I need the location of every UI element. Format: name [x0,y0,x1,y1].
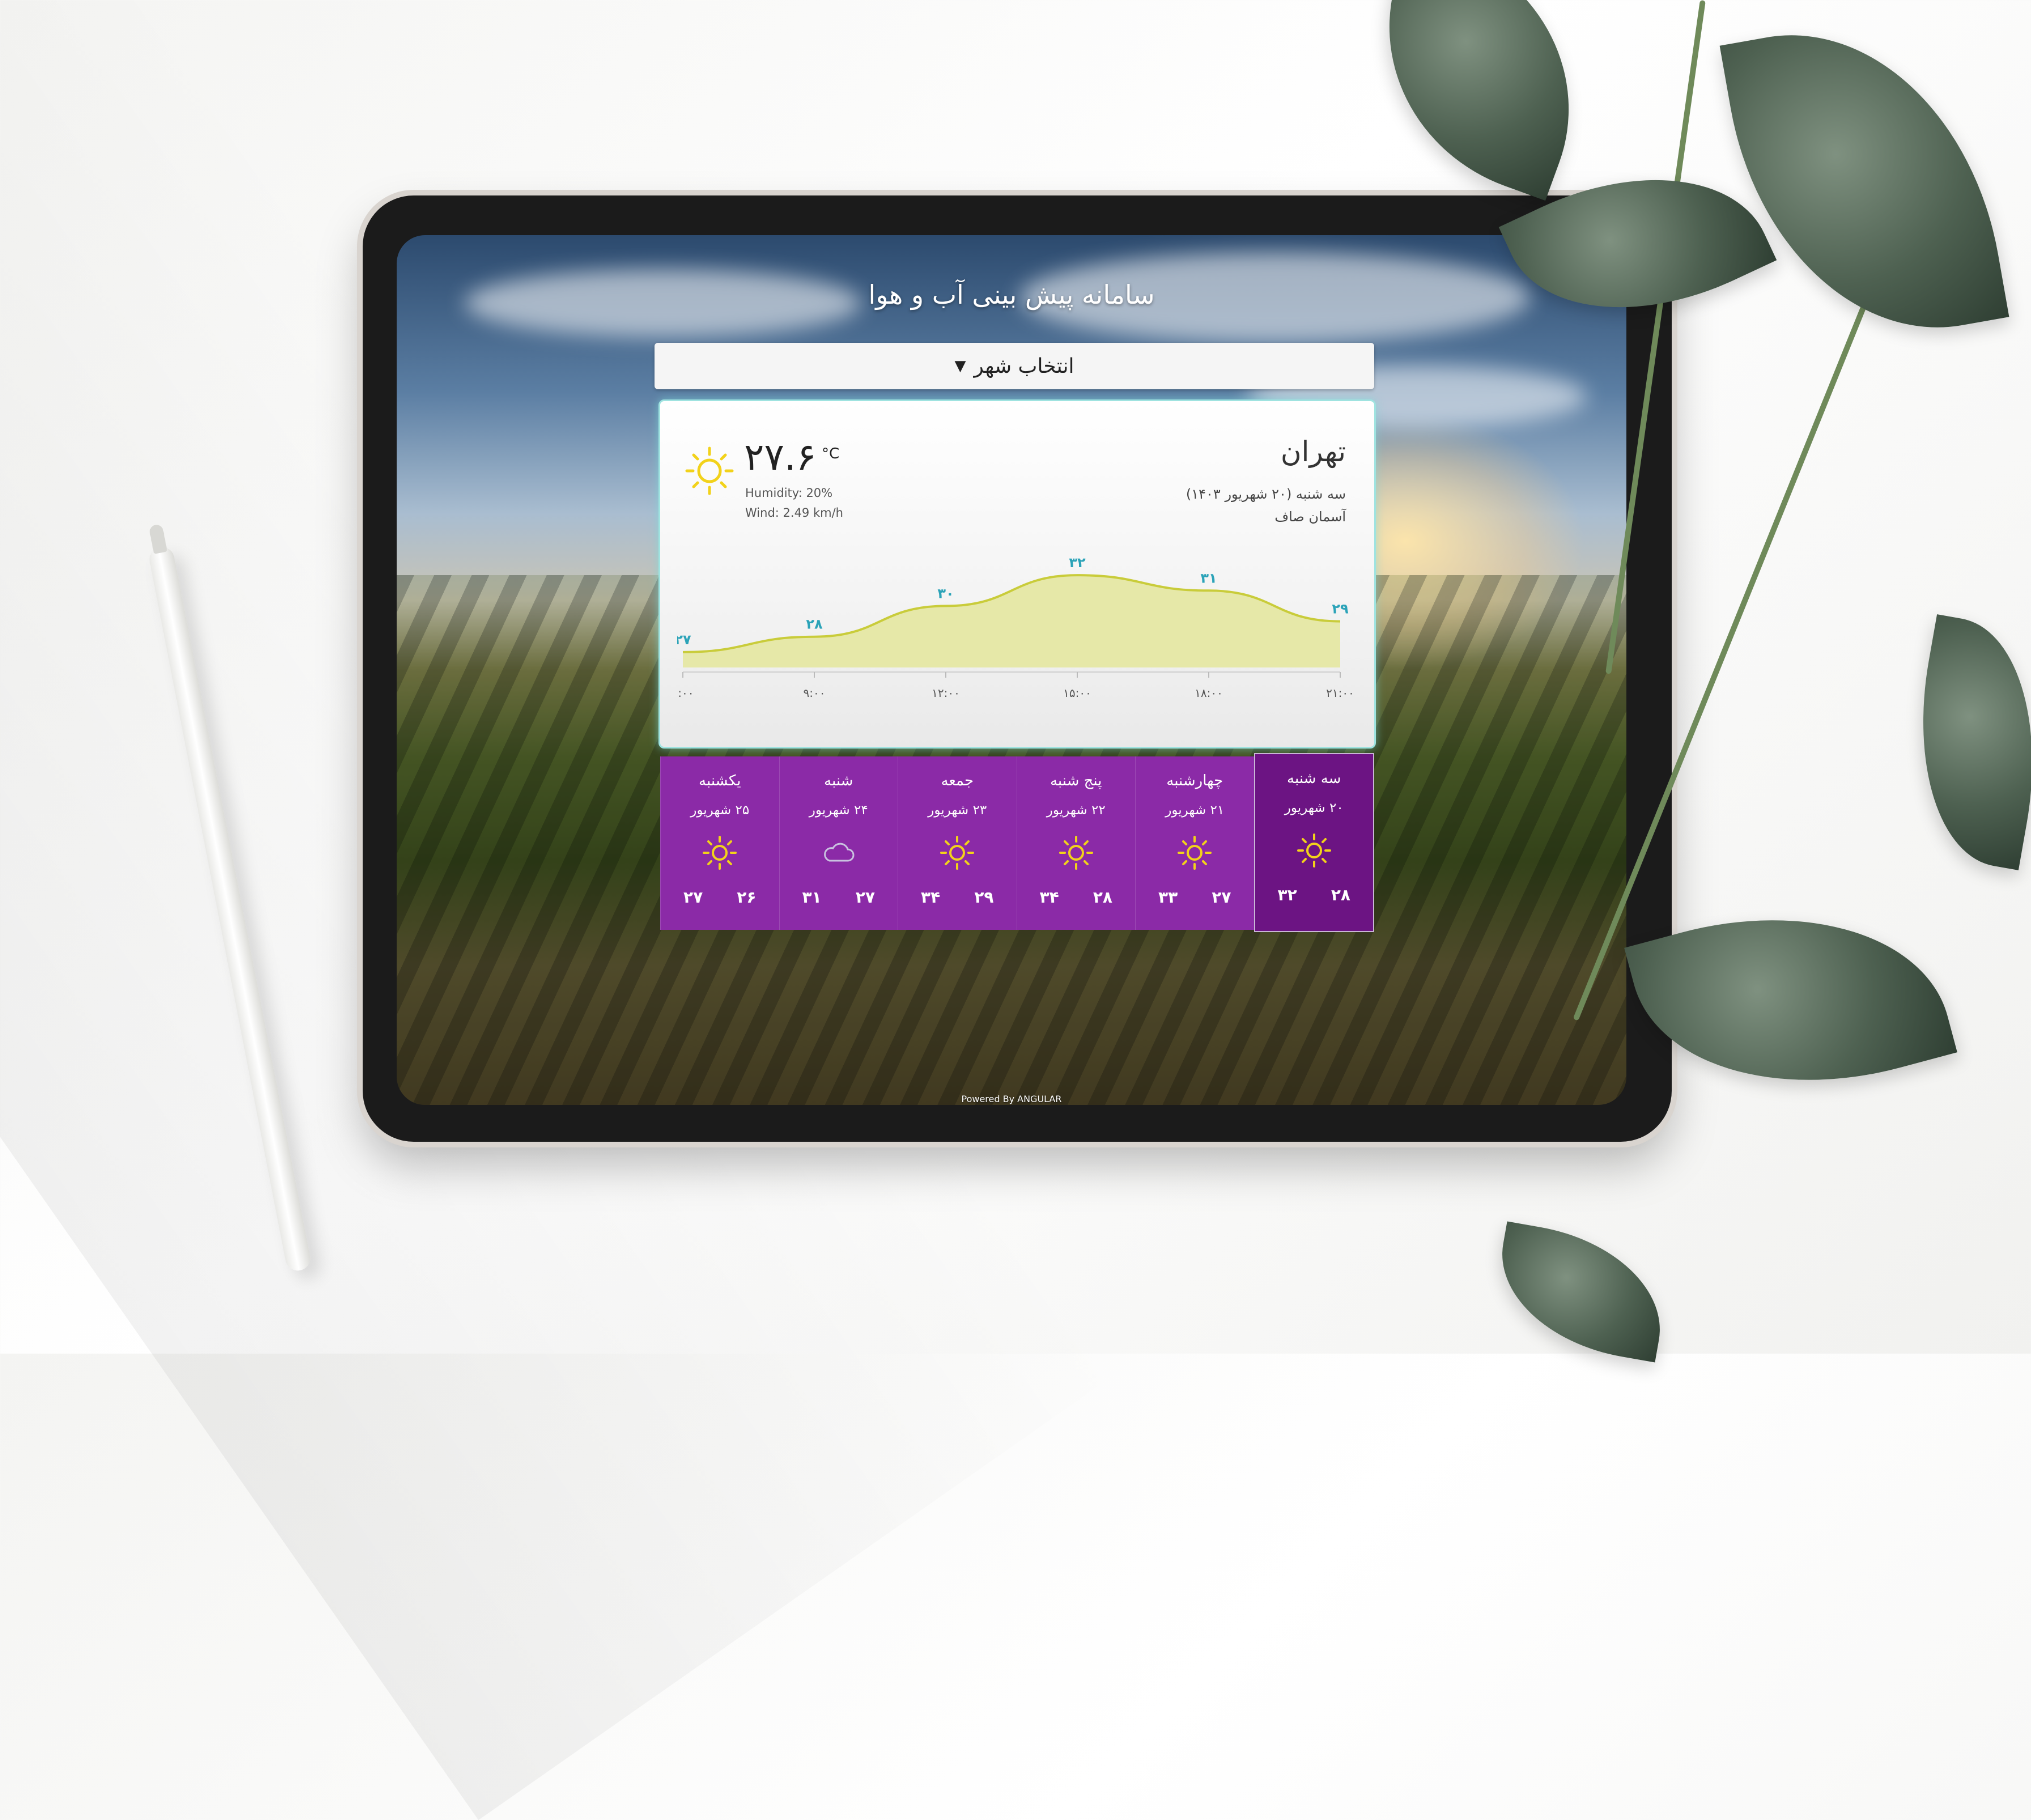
city-select-dropdown[interactable]: انتخاب شهر ▼ [655,343,1374,389]
forecast-day-card[interactable]: جمعه ۲۳ شهریور ۳۴ ۲۹ [898,756,1017,930]
app-title: سامانه پیش بینی آب و هوا [868,279,1155,310]
city-select-label: انتخاب شهر [974,354,1074,378]
chart-x-tick-label: ۶:۰۰ [677,686,694,700]
pencil-tip [148,524,168,554]
forecast-max-temp: ۳۲ [1277,886,1297,904]
forecast-day-name: یکشنبه [699,772,741,789]
chart-x-tick-label: ۱۲:۰۰ [932,686,960,700]
stylus-pencil [147,524,313,1273]
sun-icon [1058,835,1094,871]
forecast-min-temp: ۲۸ [1331,886,1350,904]
forecast-day-card[interactable]: پنج شنبه ۲۲ شهریور ۳۴ ۲۸ [1016,756,1135,930]
humidity-readout: Humidity: 20% [745,486,833,500]
current-temperature: ۲۷.۶ [744,435,817,479]
city-name: تهران [1280,435,1346,468]
forecast-day-name: سه شنبه [1287,770,1341,787]
current-date: سه شنبه (۲۰ شهریور ۱۴۰۳) [1186,486,1346,502]
plant-leaf [1624,871,1957,1129]
plant-leaf [1896,614,2031,870]
chart-data-label: ۳۲ [1069,555,1086,571]
forecast-day-name: شنبه [824,772,853,789]
caret-down-icon: ▼ [954,358,966,375]
chart-data-label: ۲۹ [1332,601,1349,617]
chart-x-tick-label: ۱۵:۰۰ [1063,686,1091,700]
forecast-max-temp: ۳۳ [1158,888,1178,907]
chart-area-fill [683,575,1340,667]
forecast-day-name: جمعه [941,772,974,789]
app-screen: سامانه پیش بینی آب و هوا انتخاب شهر ▼ ته… [397,235,1626,1105]
forecast-max-temp: ۳۱ [802,888,822,907]
forecast-day-card[interactable]: چهارشنبه ۲۱ شهریور ۳۳ ۲۷ [1135,756,1254,930]
sun-icon [939,835,975,871]
forecast-day-date: ۲۵ شهریور [690,803,750,818]
forecast-day-date: ۲۴ شهریور [809,803,868,818]
forecast-day-name: چهارشنبه [1166,772,1223,789]
forecast-day-card[interactable]: یکشنبه ۲۵ شهریور ۲۷ ۲۶ [660,756,779,930]
forecast-day-date: ۲۰ شهریور [1284,801,1344,815]
hourly-temperature-chart: ۲۷ ۶:۰۰ ۲۸ ۹:۰۰ ۳۰ ۱۲:۰۰ ۳۲ ۱۵:۰۰ ۳۱ ۱۸:۰۰ ۲۹ ۲۱:۰۰ [677,555,1354,700]
sun-icon [685,447,734,495]
wind-readout: Wind: 2.49 km/h [745,506,843,520]
forecast-max-temp: ۳۴ [921,888,941,907]
forecast-min-temp: ۲۹ [974,888,994,907]
chart-x-tick-label: ۲۱:۰۰ [1326,686,1354,700]
forecast-day-card[interactable]: شنبه ۲۴ شهریور ۳۱ ۲۷ [779,756,898,930]
forecast-min-temp: ۲۸ [1093,888,1112,907]
chart-x-tick-label: ۱۸:۰۰ [1195,686,1223,700]
sun-icon [702,835,738,871]
forecast-max-temp: ۲۷ [683,888,703,907]
current-weather-card: تهران سه شنبه (۲۰ شهریور ۱۴۰۳) آسمان صاف… [658,399,1376,749]
plant-leaf [1487,1221,1675,1363]
forecast-max-temp: ۳۴ [1039,888,1059,907]
sun-icon [1296,832,1332,869]
forecast-day-card[interactable]: سه شنبه ۲۰ شهریور ۳۲ ۲۸ [1254,753,1374,932]
forecast-day-name: پنج شنبه [1050,772,1102,789]
plant-leaf [1719,4,2009,359]
chart-data-label: ۳۰ [937,585,954,601]
forecast-min-temp: ۲۶ [737,888,757,907]
chart-data-label: ۲۷ [677,632,691,648]
temperature-unit: °C [822,445,840,462]
forecast-strip: سه شنبه ۲۰ شهریور ۳۲ ۲۸ چهارشنبه ۲۱ شهریور ۳۳ ۲… [660,753,1374,932]
chart-data-label: ۳۱ [1200,570,1217,586]
forecast-min-temp: ۲۷ [855,888,875,907]
forecast-day-date: ۲۱ شهریور [1165,803,1225,818]
sun-icon [1176,835,1213,871]
forecast-min-temp: ۲۷ [1212,888,1231,907]
weather-condition: آسمان صاف [1274,509,1346,525]
plant-leaf [1342,0,1616,201]
forecast-day-date: ۲۳ شهریور [928,803,987,818]
forecast-day-date: ۲۲ شهریور [1046,803,1106,818]
cloud-icon [821,835,857,871]
chart-data-label: ۲۸ [806,616,823,632]
powered-by-footer: Powered By ANGULAR [961,1094,1062,1104]
tablet-device: سامانه پیش بینی آب و هوا انتخاب شهر ▼ ته… [363,195,1672,1142]
chart-x-tick-label: ۹:۰۰ [804,686,826,700]
